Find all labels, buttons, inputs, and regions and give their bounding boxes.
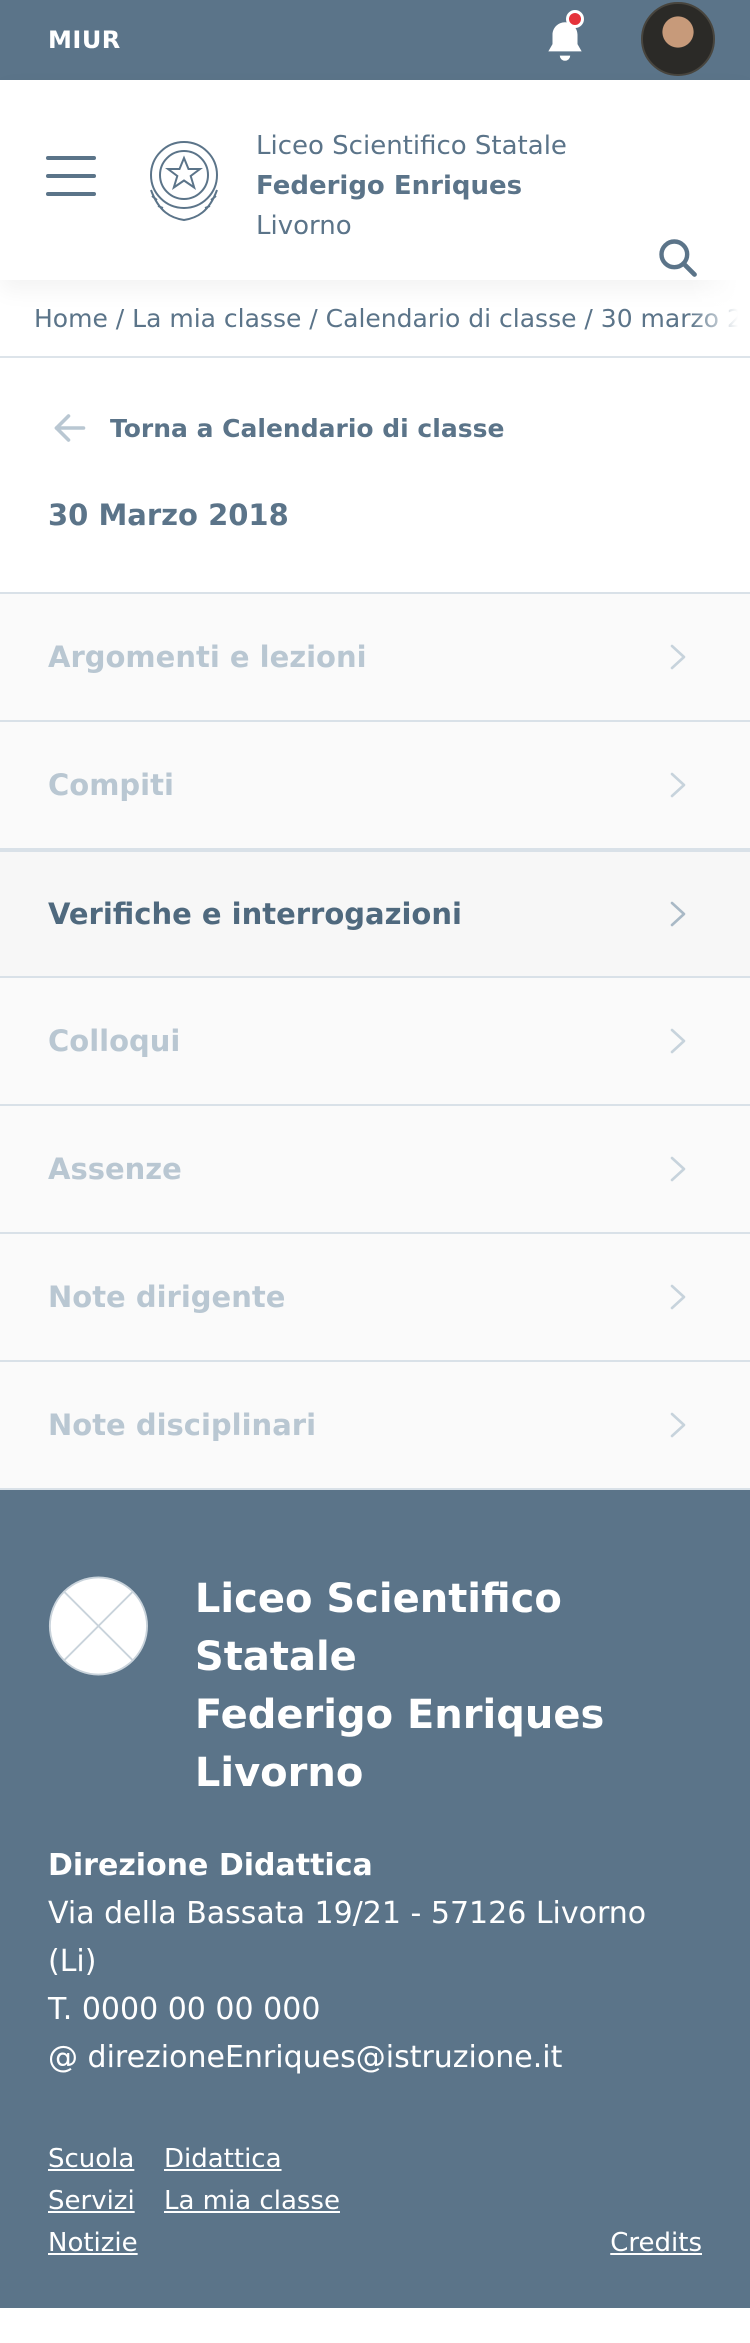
site-footer: Liceo Scientifico Statale Federigo Enriq… <box>0 1490 750 2343</box>
list-item-label: Colloqui <box>48 1024 181 1058</box>
emblem-icon <box>150 141 218 222</box>
site-header: Liceo Scientifico Statale Federigo Enriq… <box>0 80 750 280</box>
list-item-label: Verifiche e interrogazioni <box>48 897 462 931</box>
footer-link-notizie[interactable]: Notizie <box>48 2228 138 2258</box>
back-link-label: Torna a Calendario di classe <box>110 413 505 443</box>
footer-link-credits[interactable]: Credits <box>610 2222 702 2264</box>
copyright-link[interactable]: ®Copyright 2013 <box>48 2318 240 2343</box>
footer-link-la-mia-classe[interactable]: La mia classe <box>164 2186 340 2216</box>
list-item-note-disciplinari[interactable]: Note disciplinari <box>0 1362 750 1490</box>
breadcrumb-text[interactable]: Home / La mia classe / Calendario di cla… <box>34 304 750 333</box>
footer-links: Scuola Didattica Servizi La mia classe N… <box>48 2138 702 2264</box>
chevron-right-icon <box>670 772 686 798</box>
footer-title-line: Livorno <box>194 1750 364 1796</box>
list-item-label: Note dirigente <box>48 1280 286 1314</box>
avatar[interactable] <box>641 2 715 76</box>
copyright: ®Copyright 2013 <box>48 2318 702 2343</box>
org-label[interactable]: MIUR <box>48 26 121 54</box>
search-icon[interactable] <box>656 236 700 280</box>
footer-link-didattica[interactable]: Didattica <box>164 2144 282 2174</box>
contact-info: Direzione Didattica Via della Bassata 19… <box>48 1842 702 2082</box>
logo-placeholder-icon <box>48 1576 148 1676</box>
list-item-assenze[interactable]: Assenze <box>0 1106 750 1234</box>
chevron-right-icon <box>670 1156 686 1182</box>
page-title: 30 Marzo 2018 <box>48 498 289 532</box>
list-item-colloqui[interactable]: Colloqui <box>0 978 750 1106</box>
list-item-label: Compiti <box>48 768 174 802</box>
chevron-right-icon <box>670 901 686 927</box>
notification-dot <box>566 10 584 28</box>
contact-title: Direzione Didattica <box>48 1848 373 1883</box>
top-bar: MIUR <box>0 0 750 80</box>
contact-email[interactable]: @ direzioneEnriques@istruzione.it <box>48 2034 702 2082</box>
list-item-argomenti[interactable]: Argomenti e lezioni <box>0 594 750 722</box>
chevron-right-icon <box>670 1412 686 1438</box>
breadcrumb: Home / La mia classe / Calendario di cla… <box>0 280 750 358</box>
footer-link-scuola[interactable]: Scuola <box>48 2144 134 2174</box>
footer-link-servizi[interactable]: Servizi <box>48 2186 135 2216</box>
footer-title-line: Federigo Enriques <box>194 1692 605 1738</box>
contact-phone: T. 0000 00 00 000 <box>48 1992 321 2027</box>
footer-title-line: Liceo Scientifico Statale <box>194 1576 562 1680</box>
school-name-block[interactable]: Liceo Scientifico Statale Federigo Enriq… <box>256 126 567 246</box>
school-name: Federigo Enriques <box>256 171 523 201</box>
footer-header: Liceo Scientifico Statale Federigo Enriq… <box>48 1570 702 1802</box>
school-city: Livorno <box>256 211 352 241</box>
contact-address: Via della Bassata 19/21 - 57126 Livorno … <box>48 1896 647 1979</box>
arrow-left-icon <box>54 414 86 442</box>
list-item-note-dirigente[interactable]: Note dirigente <box>0 1234 750 1362</box>
list-item-compiti[interactable]: Compiti <box>0 722 750 850</box>
list-item-verifiche[interactable]: Verifiche e interrogazioni <box>0 850 750 978</box>
notification-bell[interactable] <box>540 10 590 66</box>
chevron-right-icon <box>670 1284 686 1310</box>
footer-title: Liceo Scientifico Statale Federigo Enriq… <box>195 1570 702 1802</box>
chevron-right-icon <box>670 644 686 670</box>
chevron-right-icon <box>670 1028 686 1054</box>
school-type: Liceo Scientifico Statale <box>256 131 567 161</box>
list-item-label: Note disciplinari <box>48 1408 317 1442</box>
hamburger-icon[interactable] <box>46 156 100 196</box>
list-item-label: Argomenti e lezioni <box>48 640 367 674</box>
back-link[interactable]: Torna a Calendario di classe <box>0 358 750 498</box>
section-list: Argomenti e lezioni Compiti Verifiche e … <box>0 592 750 1490</box>
list-item-label: Assenze <box>48 1152 182 1186</box>
